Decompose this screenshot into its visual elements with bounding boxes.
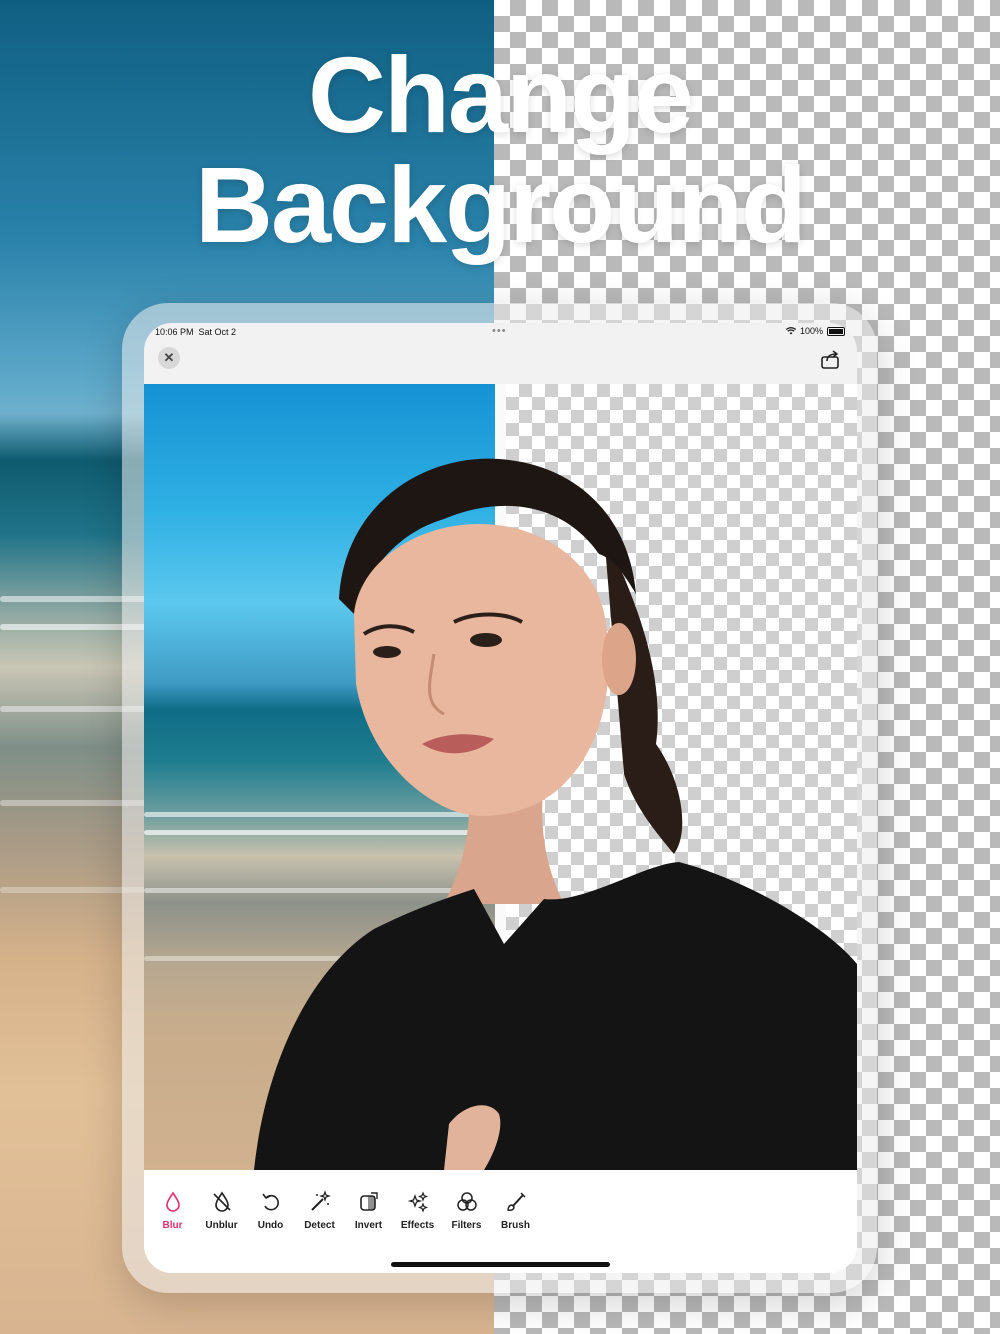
tool-blur-button[interactable]: Blur	[148, 1190, 197, 1231]
drop-icon	[165, 1191, 180, 1212]
wifi-icon	[785, 327, 796, 335]
tool-label: Detect	[304, 1220, 335, 1231]
status-time: 10:06 PM Sat Oct 2	[155, 327, 237, 337]
brush-icon	[506, 1192, 526, 1211]
magic-wand-icon	[310, 1190, 331, 1211]
tool-undo-button[interactable]: Undo	[246, 1190, 295, 1231]
invert-icon	[359, 1192, 378, 1211]
headline-line-1: Change	[307, 34, 694, 155]
tool-label: Effects	[400, 1220, 435, 1231]
undo-icon	[261, 1193, 279, 1211]
multitask-dots-icon[interactable]: •••	[492, 325, 507, 337]
tool-label: Unblur	[205, 1220, 238, 1231]
drop-slash-icon	[212, 1191, 231, 1212]
home-indicator[interactable]	[391, 1262, 610, 1267]
tool-label: Invert	[354, 1220, 383, 1231]
portrait-subject	[254, 458, 857, 1170]
headline-line-2: Background	[194, 144, 807, 265]
tool-invert-button[interactable]: Invert	[344, 1190, 393, 1231]
tool-effects-button[interactable]: Effects	[393, 1190, 442, 1231]
tool-unblur-button[interactable]: Unblur	[197, 1190, 246, 1231]
tool-label: Blur	[162, 1220, 183, 1231]
editing-canvas[interactable]	[144, 384, 857, 1170]
status-bar: 10:06 PM Sat Oct 2 ••• 100%	[144, 323, 857, 343]
filters-circles-icon	[456, 1192, 477, 1211]
app-screen: 10:06 PM Sat Oct 2 ••• 100% ✕ Blur Unblu…	[144, 323, 857, 1273]
battery-percent: 100%	[799, 326, 823, 336]
share-export-icon[interactable]	[819, 347, 843, 371]
headline: Change Background	[0, 40, 1000, 260]
sparkles-icon	[407, 1191, 428, 1213]
battery-icon	[827, 326, 845, 336]
tool-label: Undo	[257, 1220, 284, 1231]
tool-label: Brush	[501, 1220, 530, 1231]
tool-bar: Blur Unblur Undo Detect Invert Effects Filters…	[144, 1170, 857, 1273]
tool-label: Filters	[451, 1220, 482, 1231]
nav-bar: ✕	[144, 343, 857, 383]
tool-detect-button[interactable]: Detect	[295, 1190, 344, 1231]
tool-filters-button[interactable]: Filters	[442, 1190, 491, 1231]
close-button[interactable]: ✕	[158, 347, 180, 369]
tool-brush-button[interactable]: Brush	[491, 1190, 540, 1231]
